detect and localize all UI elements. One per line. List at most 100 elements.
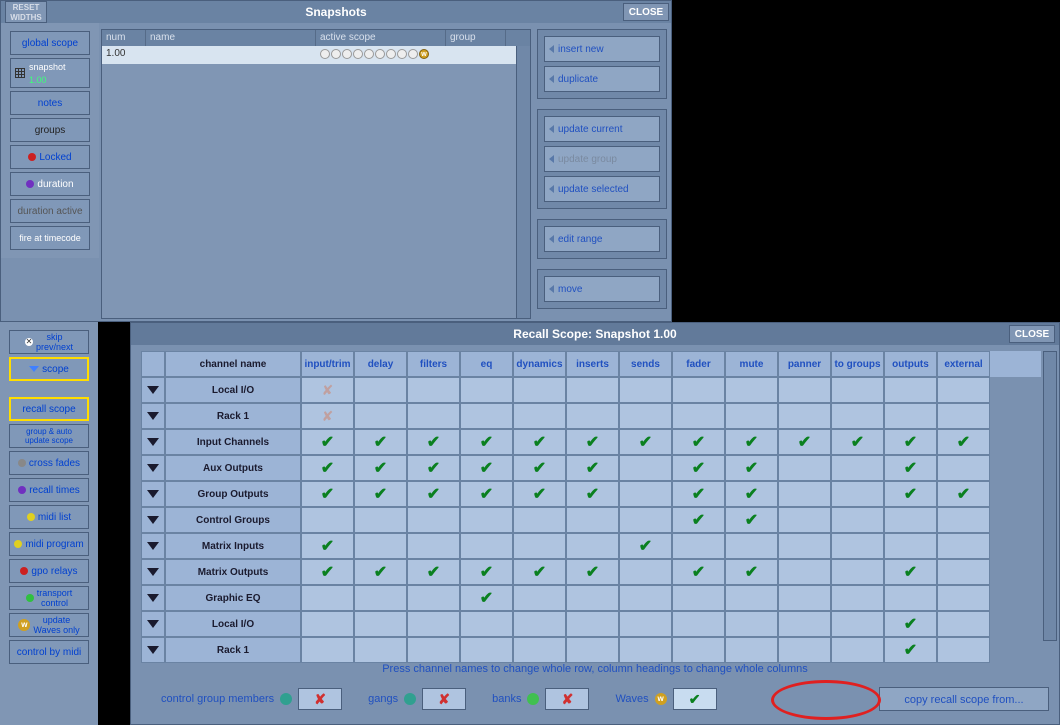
- scope-cell[interactable]: ✔: [831, 429, 884, 455]
- scope-cell[interactable]: [778, 455, 831, 481]
- scope-cell[interactable]: ✔: [884, 637, 937, 663]
- scope-cell[interactable]: [725, 637, 778, 663]
- col-group[interactable]: group: [446, 30, 506, 46]
- col-num[interactable]: num: [102, 30, 146, 46]
- scope-cell[interactable]: [831, 481, 884, 507]
- scope-cell[interactable]: [566, 637, 619, 663]
- scope-cell[interactable]: ✔: [725, 429, 778, 455]
- recall-scope-button[interactable]: recall scope: [9, 397, 89, 421]
- snapshots-close-button[interactable]: CLOSE: [623, 3, 669, 21]
- scope-cell[interactable]: [566, 403, 619, 429]
- row-name-button[interactable]: Matrix Inputs: [165, 533, 301, 559]
- reset-widths-button[interactable]: RESET WIDTHS: [5, 1, 47, 23]
- scope-cell[interactable]: [301, 507, 354, 533]
- expand-row-button[interactable]: [141, 637, 165, 663]
- edit-range-button[interactable]: edit range: [544, 226, 660, 252]
- locked-button[interactable]: Locked: [10, 145, 90, 169]
- scope-cell[interactable]: ✔: [672, 429, 725, 455]
- update-group-button[interactable]: update group: [544, 146, 660, 172]
- scope-cell[interactable]: [831, 637, 884, 663]
- scope-cell[interactable]: [460, 637, 513, 663]
- scope-cell[interactable]: ✔: [513, 481, 566, 507]
- scope-cell[interactable]: [831, 533, 884, 559]
- scope-cell[interactable]: [566, 611, 619, 637]
- scope-cell[interactable]: [884, 585, 937, 611]
- col-input-trim[interactable]: input/trim: [301, 351, 354, 377]
- scope-cell[interactable]: [831, 559, 884, 585]
- scope-cell[interactable]: ✔: [725, 481, 778, 507]
- col-channel-name[interactable]: channel name: [165, 351, 301, 377]
- row-name-button[interactable]: Control Groups: [165, 507, 301, 533]
- scope-cell[interactable]: ✔: [407, 481, 460, 507]
- global-scope-button[interactable]: global scope: [10, 31, 90, 55]
- control-by-midi-button[interactable]: control by midi: [9, 640, 89, 664]
- scope-cell[interactable]: ✔: [937, 429, 990, 455]
- update-current-button[interactable]: update current: [544, 116, 660, 142]
- cgm-toggle[interactable]: ✘: [298, 688, 342, 710]
- scope-cell[interactable]: [778, 377, 831, 403]
- scope-cell[interactable]: [513, 403, 566, 429]
- scope-cell[interactable]: [884, 533, 937, 559]
- scope-cell[interactable]: ✔: [407, 559, 460, 585]
- expand-row-button[interactable]: [141, 455, 165, 481]
- scope-cell[interactable]: [354, 507, 407, 533]
- scope-cell[interactable]: [513, 637, 566, 663]
- scope-cell[interactable]: ✔: [619, 533, 672, 559]
- scope-cell[interactable]: [831, 377, 884, 403]
- recall-close-button[interactable]: CLOSE: [1009, 325, 1055, 343]
- scope-cell[interactable]: ✔: [460, 429, 513, 455]
- col-external[interactable]: external: [937, 351, 990, 377]
- skip-button[interactable]: ✕skip prev/next: [9, 330, 89, 354]
- col-mute[interactable]: mute: [725, 351, 778, 377]
- banks-toggle[interactable]: ✘: [545, 688, 589, 710]
- row-name-button[interactable]: Matrix Outputs: [165, 559, 301, 585]
- scope-cell[interactable]: [937, 455, 990, 481]
- scope-cell[interactable]: [619, 403, 672, 429]
- scope-cell[interactable]: [778, 533, 831, 559]
- cross-fades-button[interactable]: cross fades: [9, 451, 89, 475]
- scope-cell[interactable]: [301, 585, 354, 611]
- midi-program-button[interactable]: midi program: [9, 532, 89, 556]
- scope-cell[interactable]: [619, 559, 672, 585]
- scope-cell[interactable]: ✔: [884, 611, 937, 637]
- scope-cell[interactable]: [460, 507, 513, 533]
- scope-cell[interactable]: ✔: [354, 559, 407, 585]
- scope-cell[interactable]: ✔: [460, 585, 513, 611]
- scope-cell[interactable]: [460, 533, 513, 559]
- row-name-button[interactable]: Graphic EQ: [165, 585, 301, 611]
- scope-cell[interactable]: ✔: [407, 455, 460, 481]
- scope-cell[interactable]: ✔: [513, 455, 566, 481]
- scope-cell[interactable]: [937, 559, 990, 585]
- scope-cell[interactable]: ✔: [513, 559, 566, 585]
- list-scrollbar[interactable]: [516, 46, 530, 318]
- scope-cell[interactable]: [884, 377, 937, 403]
- scope-cell[interactable]: [672, 403, 725, 429]
- scope-cell[interactable]: [513, 533, 566, 559]
- scope-cell[interactable]: [407, 533, 460, 559]
- scope-cell[interactable]: [354, 585, 407, 611]
- row-name-button[interactable]: Group Outputs: [165, 481, 301, 507]
- gpo-relays-button[interactable]: gpo relays: [9, 559, 89, 583]
- scope-cell[interactable]: [354, 377, 407, 403]
- scope-cell[interactable]: [672, 533, 725, 559]
- scope-cell[interactable]: ✔: [354, 481, 407, 507]
- scope-cell[interactable]: [725, 377, 778, 403]
- scope-cell[interactable]: [407, 585, 460, 611]
- scope-scrollbar[interactable]: [1043, 351, 1057, 641]
- scope-cell[interactable]: [301, 611, 354, 637]
- scope-cell[interactable]: [566, 533, 619, 559]
- notes-button[interactable]: notes: [10, 91, 90, 115]
- scope-cell[interactable]: [725, 611, 778, 637]
- scope-cell[interactable]: [301, 637, 354, 663]
- expand-row-button[interactable]: [141, 533, 165, 559]
- row-name-button[interactable]: Local I/O: [165, 611, 301, 637]
- scope-cell[interactable]: [672, 585, 725, 611]
- scope-cell[interactable]: [884, 507, 937, 533]
- scope-button[interactable]: scope: [9, 357, 89, 381]
- group-auto-scope-button[interactable]: group & auto update scope: [9, 424, 89, 448]
- scope-cell[interactable]: [354, 533, 407, 559]
- expand-row-button[interactable]: [141, 507, 165, 533]
- scope-cell[interactable]: ✔: [725, 507, 778, 533]
- scope-cell[interactable]: [831, 611, 884, 637]
- gangs-toggle[interactable]: ✘: [422, 688, 466, 710]
